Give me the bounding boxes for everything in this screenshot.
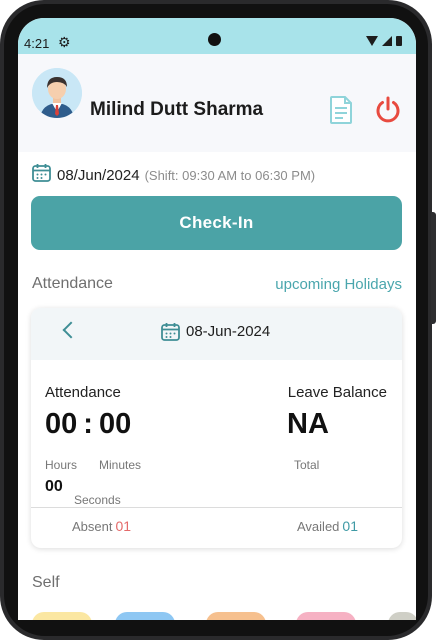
app-screen: 4:21 ⚙ Milind Dutt Sharma 08/Jun/2024 (S… xyxy=(18,18,416,620)
self-tile-4[interactable] xyxy=(296,612,356,620)
card-date-bar: 08-Jun-2024 xyxy=(31,308,402,360)
settings-icon: ⚙ xyxy=(58,34,71,50)
shift-info: 08/Jun/2024 (Shift: 09:30 AM to 06:30 PM… xyxy=(32,164,315,186)
self-heading: Self xyxy=(32,574,60,591)
self-tile-2[interactable] xyxy=(115,612,175,620)
front-camera xyxy=(208,33,221,46)
shift-timing: (Shift: 09:30 AM to 06:30 PM) xyxy=(144,167,316,183)
attendance-card: 08-Jun-2024 Attendance Leave Balance 00 … xyxy=(31,308,402,548)
wifi-icon xyxy=(366,36,378,46)
side-button xyxy=(431,212,436,324)
availed-label: Availed xyxy=(297,519,340,534)
avatar[interactable] xyxy=(32,68,82,118)
hours-label: Hours xyxy=(45,458,78,472)
absent-value: 01 xyxy=(115,518,132,534)
upcoming-holidays-link[interactable]: upcoming Holidays xyxy=(275,276,402,293)
calendar-icon xyxy=(161,323,180,341)
card-divider xyxy=(31,507,402,508)
availed-count: Availed 01 xyxy=(297,518,358,534)
hours-value: 00 xyxy=(45,408,78,440)
self-tile-1[interactable] xyxy=(32,612,92,620)
card-date[interactable]: 08-Jun-2024 xyxy=(161,322,270,341)
chevron-left-icon[interactable] xyxy=(62,321,80,339)
check-in-button[interactable]: Check-In xyxy=(31,196,402,250)
minutes-label: Minutes xyxy=(99,458,142,472)
leave-balance-value: NA xyxy=(287,408,329,440)
calendar-icon xyxy=(32,163,51,187)
status-time: 4:21 xyxy=(24,36,50,51)
card-date-text: 08-Jun-2024 xyxy=(186,323,271,340)
current-date: 08/Jun/2024 xyxy=(57,166,140,184)
power-icon[interactable] xyxy=(374,96,402,129)
availed-value: 01 xyxy=(342,518,358,534)
attendance-label: Attendance xyxy=(45,384,121,401)
leave-balance-label: Leave Balance xyxy=(287,384,387,401)
time-separator: : xyxy=(83,408,93,440)
profile-header: Milind Dutt Sharma xyxy=(18,54,416,152)
user-name: Milind Dutt Sharma xyxy=(90,99,264,120)
seconds-label: Seconds xyxy=(74,493,121,507)
phone-frame: 4:21 ⚙ Milind Dutt Sharma 08/Jun/2024 (S… xyxy=(0,0,436,640)
status-bar: 4:21 ⚙ xyxy=(18,18,416,54)
document-icon[interactable] xyxy=(330,96,352,129)
minutes-value: 00 xyxy=(98,408,132,440)
attendance-heading: Attendance xyxy=(32,275,113,292)
self-tile-5[interactable] xyxy=(388,612,416,620)
absent-count: Absent 01 xyxy=(72,518,131,534)
absent-label: Absent xyxy=(72,519,113,534)
battery-icon xyxy=(396,36,402,46)
seconds-value: 00 xyxy=(45,478,63,495)
attendance-time: 00 : 00 xyxy=(45,408,131,441)
self-tile-3[interactable] xyxy=(206,612,266,620)
signal-icon xyxy=(382,36,392,46)
total-label: Total xyxy=(294,458,320,472)
